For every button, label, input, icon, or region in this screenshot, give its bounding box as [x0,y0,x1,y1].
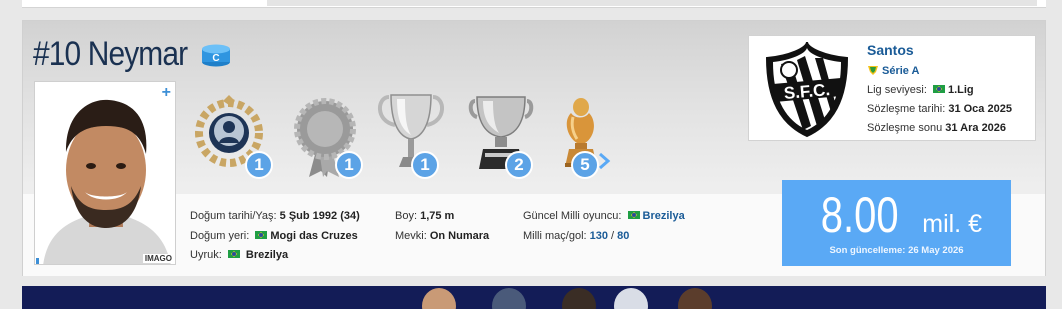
photo-credit: IMAGO [142,254,174,263]
height-value: 1,75 m [420,210,455,222]
personal-info-column: Doğum tarihi/Yaş: 5 Şub 1992 (34) Doğum … [190,207,360,266]
nationality-value: Brezilya [245,249,289,261]
player-header-card: #10 Neymar C + IMAGO 1 1 1 2 5 Doğum tar… [22,20,1046,276]
trophy-count: 1 [335,151,363,179]
chevron-right-icon[interactable] [596,151,612,171]
brazil-flag-icon [227,250,240,258]
market-value-box[interactable]: 8.00 mil. € Son güncelleme: 26 May 2026 [782,180,1011,266]
market-value-updated: Son güncelleme: 26 May 2026 [829,245,964,256]
captain-badge-label: C [212,53,219,64]
contract-end-row: Sözleşme sonu 31 Ara 2026 [867,122,1006,134]
position-row: Mevki: On Numara [395,227,489,247]
nationality-label: Uyruk: [190,249,222,261]
contract-start-value: 31 Oca 2025 [948,103,1012,115]
trophy-count: 1 [411,151,439,179]
top-tab-strip-inner [267,0,1037,6]
svg-text:S.F.C.: S.F.C. [783,80,831,103]
brazil-flag-icon [255,230,268,239]
banner-person [562,288,596,309]
national-label: Güncel Milli oyuncu: [523,210,622,222]
player-photo[interactable]: + IMAGO [34,81,176,265]
contract-start-row: Sözleşme tarihi: 31 Oca 2025 [867,103,1012,115]
league-level-label: Lig seviyesi: [867,84,927,96]
ad-banner[interactable] [22,286,1046,309]
trophy-count: 2 [505,151,533,179]
caps-link[interactable]: 130 [590,230,608,242]
trophy-item[interactable]: 1 [189,91,279,181]
trophy-item[interactable]: 1 [375,91,465,181]
position-value: On Numara [429,229,490,242]
birth-row: Doğum tarihi/Yaş: 5 Şub 1992 (34) [190,207,360,227]
nationality-row: Uyruk: Brezilya [190,246,360,266]
banner-person [422,288,456,309]
player-portrait [35,82,175,264]
banner-person [678,288,712,309]
player-title: #10 Neymar [33,35,188,73]
trophy-count: 1 [245,151,273,179]
caps-label: Milli maç/gol: [523,229,587,242]
league-level-row: Lig seviyesi: 1.Lig [867,84,974,96]
physical-info-column: Boy: 1,75 m Mevki: On Numara [395,207,489,246]
brazil-flag-icon [627,211,640,219]
contract-end-label: Sözleşme sonu [867,122,943,134]
birth-label: Doğum tarihi/Yaş: [190,210,277,222]
add-photo-icon[interactable]: + [162,84,171,102]
trophy-item[interactable]: 2 [465,91,555,181]
birthplace-row: Doğum yeri: Mogi das Cruzes [190,227,360,247]
birth-value: 5 Şub 1992 (34) [279,210,360,222]
national-row: Güncel Milli oyuncu: Brezilya [523,207,685,227]
national-team-link[interactable]: Brezilya [643,210,685,222]
top-tab-strip [22,0,1046,8]
banner-person [614,288,648,309]
captain-badge-icon: C [202,44,230,67]
league-link[interactable]: Série A [882,65,920,77]
birthplace-value: Mogi das Cruzes [270,229,358,242]
caps-row: Milli maç/gol: 130 / 80 [523,227,685,247]
club-name-link[interactable]: Santos [867,42,914,58]
height-label: Boy: [395,210,418,222]
market-value-amount: 8.00 [820,187,899,243]
trophy-count: 5 [571,151,599,179]
position-label: Mevki: [395,229,427,242]
national-team-column: Güncel Milli oyuncu: Brezilya Milli maç/… [523,207,685,246]
contract-start-label: Sözleşme tarihi: [867,103,946,115]
caps-separator: / [608,229,618,242]
trophy-item[interactable]: 1 [285,91,375,181]
league-logo-icon [868,66,878,75]
club-panel: S.F.C. Santos Série A Lig seviyesi: 1.Li… [748,35,1036,141]
market-value-unit: mil. € [922,210,982,238]
trophy-cabinet: 1 1 1 2 5 [189,91,619,181]
brazil-flag-icon [932,85,945,93]
height-row: Boy: 1,75 m [395,207,489,227]
birthplace-label: Doğum yeri: [190,229,250,242]
league-level-value: 1.Lig [947,84,974,96]
santos-crest-icon[interactable]: S.F.C. [759,40,855,138]
banner-person [492,288,526,309]
league-row: Série A [867,64,920,77]
goals-link[interactable]: 80 [617,230,629,242]
contract-end-value: 31 Ara 2026 [945,122,1007,134]
